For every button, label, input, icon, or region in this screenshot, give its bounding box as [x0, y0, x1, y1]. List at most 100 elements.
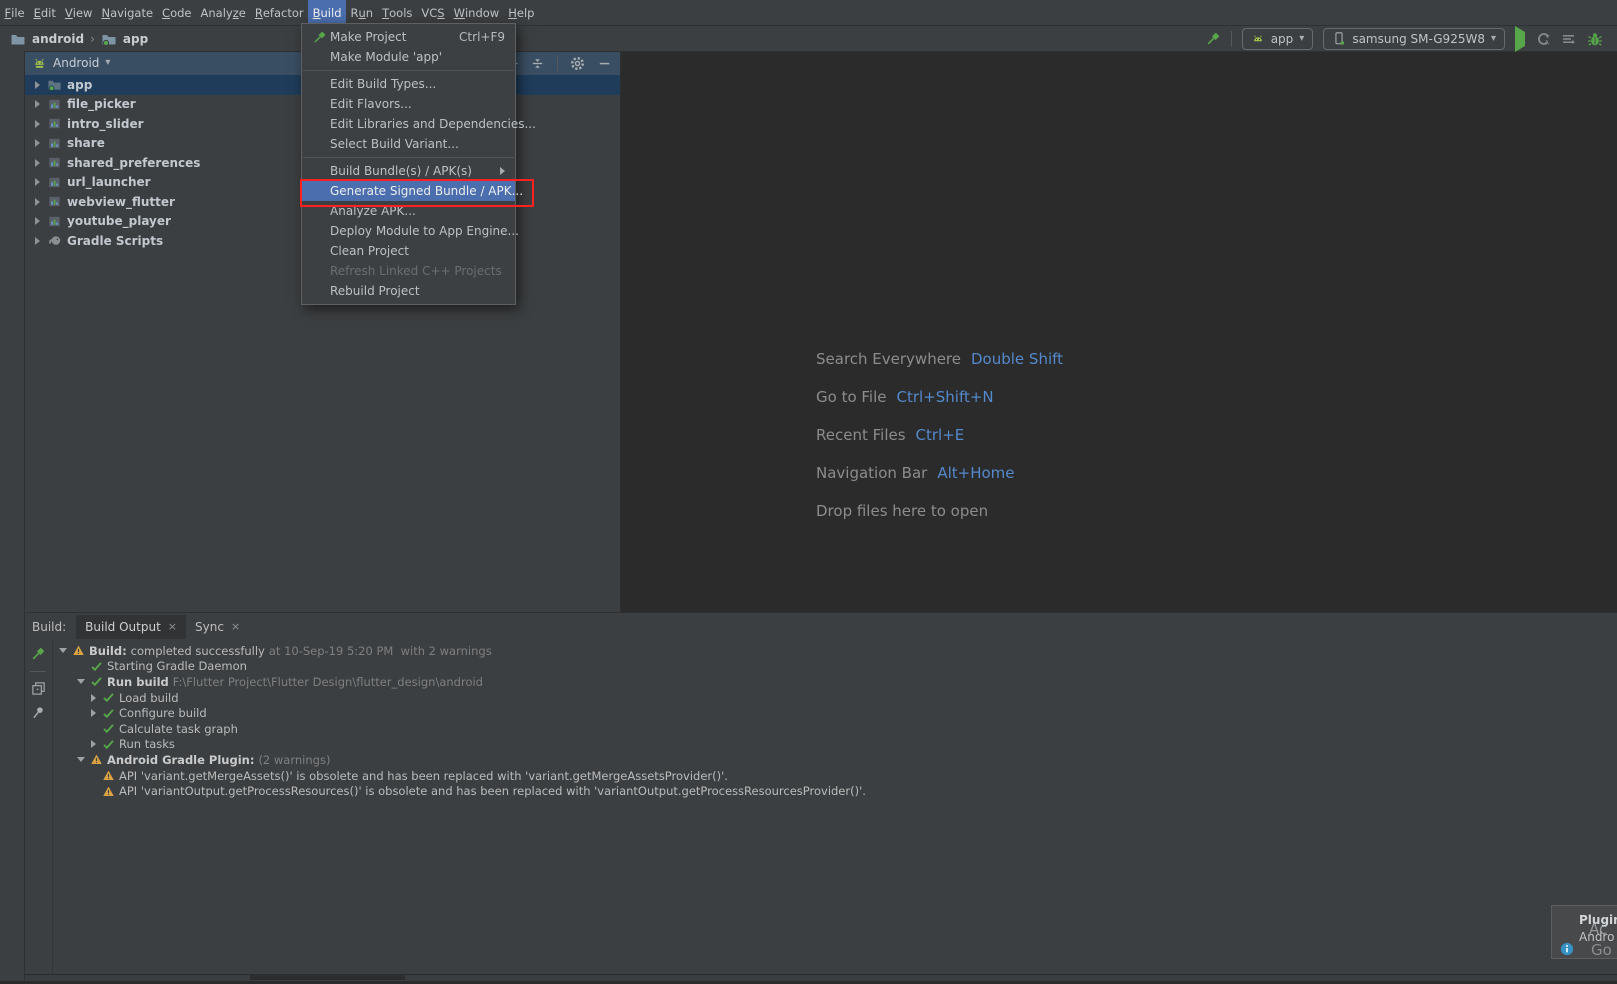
android-folder-icon	[10, 31, 26, 47]
expander-closed-icon[interactable]	[85, 694, 101, 702]
menubar-item-view[interactable]: View	[60, 0, 97, 25]
tree-row-run-tasks[interactable]: Run tasks	[53, 737, 1617, 753]
module-icon	[47, 214, 62, 229]
menu-item-edit-flavors[interactable]: Edit Flavors...	[302, 94, 515, 114]
chevron-right-icon[interactable]	[32, 159, 42, 167]
menu-item-clean-project[interactable]: Clean Project	[302, 241, 515, 261]
menubar-item-file[interactable]: File	[0, 0, 29, 25]
menu-item-select-build-variant[interactable]: Select Build Variant...	[302, 134, 515, 154]
close-icon[interactable]: ×	[231, 620, 240, 633]
tree-row-load-build[interactable]: Load build	[53, 690, 1617, 706]
menu-separator	[303, 157, 514, 158]
tree-row-run-build[interactable]: Run buildF:\Flutter Project\Flutter Desi…	[53, 674, 1617, 690]
menu-item-edit-libraries-dependencies[interactable]: Edit Libraries and Dependencies...	[302, 114, 515, 134]
project-item-label: file_picker	[67, 97, 136, 111]
module-icon	[47, 155, 62, 170]
tab-build-output[interactable]: Build Output ×	[76, 615, 186, 639]
pin-icon[interactable]	[31, 705, 46, 720]
toolbar-separator	[1231, 31, 1232, 47]
module-icon	[47, 175, 62, 190]
build-output-tree: Build:completed successfullyat 10-Sep-19…	[53, 640, 1617, 799]
hide-panel-icon[interactable]	[597, 56, 612, 71]
close-icon[interactable]: ×	[168, 620, 177, 633]
menubar-item-edit[interactable]: Edit	[29, 0, 60, 25]
run-build-hammer-icon[interactable]	[30, 646, 46, 662]
tree-row-calculate-task-graph[interactable]: Calculate task graph	[53, 721, 1617, 737]
tree-row-warning-process-resources[interactable]: API 'variantOutput.getProcessResources()…	[53, 783, 1617, 799]
gradle-elephant-icon	[47, 233, 62, 248]
chevron-right-icon[interactable]	[32, 198, 42, 206]
menu-item-build-bundles-apks[interactable]: Build Bundle(s) / APK(s)	[302, 161, 515, 181]
panel-divider[interactable]	[620, 51, 621, 612]
gear-icon[interactable]	[570, 56, 585, 71]
phone-icon	[1332, 31, 1346, 46]
menu-item-analyze-apk[interactable]: Analyze APK...	[302, 201, 515, 221]
run-config-dropdown[interactable]: app ▾	[1242, 28, 1314, 50]
menu-item-make-project[interactable]: Make Project Ctrl+F9	[302, 27, 515, 47]
menubar-item-window[interactable]: Window	[449, 0, 504, 25]
expander-closed-icon[interactable]	[85, 740, 101, 748]
build-hammer-button[interactable]	[1205, 31, 1221, 47]
run-button[interactable]	[1515, 32, 1525, 46]
notification-title: Plugin	[1579, 913, 1617, 927]
menubar-item-navigate[interactable]: Navigate	[97, 0, 158, 25]
expander-open-icon[interactable]	[73, 679, 89, 684]
tree-row-build-result[interactable]: Build:completed successfullyat 10-Sep-19…	[53, 643, 1617, 659]
hint-shortcut: Ctrl+E	[916, 427, 965, 443]
header-separator	[557, 55, 558, 71]
attach-debugger-icon[interactable]	[1561, 31, 1577, 47]
debug-button[interactable]	[1587, 31, 1603, 47]
hint-label: Recent Files	[816, 427, 906, 443]
tree-row-android-gradle-plugin[interactable]: Android Gradle Plugin:(2 warnings)	[53, 752, 1617, 768]
chevron-right-icon[interactable]	[32, 100, 42, 108]
warning-icon	[89, 753, 103, 766]
chevron-right-icon[interactable]	[32, 81, 42, 89]
project-item-label: intro_slider	[67, 117, 144, 131]
chevron-right-icon[interactable]	[32, 237, 42, 245]
run-config-label: app	[1271, 32, 1294, 46]
breadcrumb-separator: ›	[90, 32, 95, 46]
device-dropdown[interactable]: samsung SM-G925W8 ▾	[1323, 28, 1505, 50]
menu-item-rebuild-project[interactable]: Rebuild Project	[302, 281, 515, 301]
menubar-item-help[interactable]: Help	[504, 0, 539, 25]
chevron-right-icon[interactable]	[32, 120, 42, 128]
menubar-item-refactor[interactable]: Refactor	[250, 0, 308, 25]
breadcrumb-module[interactable]: app	[123, 32, 148, 46]
breadcrumb-root[interactable]: android	[32, 32, 84, 46]
menu-item-make-module-app[interactable]: Make Module 'app'	[302, 47, 515, 67]
apply-changes-icon[interactable]: A	[1535, 31, 1551, 47]
menubar-item-build[interactable]: Build	[308, 0, 346, 25]
tree-row-warning-merge-assets[interactable]: API 'variant.getMergeAssets()' is obsole…	[53, 768, 1617, 784]
chevron-down-icon: ▾	[105, 58, 110, 68]
project-view-selector[interactable]: Android	[53, 56, 99, 70]
collapse-all-icon[interactable]	[530, 56, 545, 71]
chevron-right-icon[interactable]	[32, 217, 42, 225]
menu-item-generate-signed-bundle-apk[interactable]: Generate Signed Bundle / APK...	[302, 181, 515, 201]
menubar-item-vcs[interactable]: VCS	[417, 0, 449, 25]
check-icon	[101, 707, 115, 720]
tree-row-starting-daemon[interactable]: Starting Gradle Daemon	[53, 659, 1617, 675]
hint-shortcut: Ctrl+Shift+N	[897, 389, 994, 405]
menu-item-deploy-module-app-engine[interactable]: Deploy Module to App Engine...	[302, 221, 515, 241]
export-copy-icon[interactable]	[31, 681, 46, 696]
menubar-item-tools[interactable]: Tools	[378, 0, 417, 25]
chevron-right-icon[interactable]	[32, 139, 42, 147]
notification-ghost-text: Go	[1591, 941, 1612, 959]
tab-sync[interactable]: Sync ×	[186, 615, 249, 639]
folder-icon	[47, 77, 62, 92]
project-item-label: webview_flutter	[67, 195, 175, 209]
expander-open-icon[interactable]	[73, 757, 89, 762]
menubar-item-analyze[interactable]: Analyze	[196, 0, 250, 25]
tree-row-configure-build[interactable]: Configure build	[53, 705, 1617, 721]
menu-item-edit-build-types[interactable]: Edit Build Types...	[302, 74, 515, 94]
expander-closed-icon[interactable]	[85, 709, 101, 717]
notification-balloon[interactable]: Ac Plugin Andro Go	[1551, 905, 1617, 959]
expander-open-icon[interactable]	[55, 648, 71, 653]
menubar-item-code[interactable]: Code	[158, 0, 196, 25]
bottom-edge-dark-block	[250, 974, 405, 980]
project-item-label: youtube_player	[67, 214, 171, 228]
android-robot-icon	[32, 56, 47, 71]
chevron-right-icon[interactable]	[32, 178, 42, 186]
toolbar-separator	[30, 671, 46, 672]
menubar-item-run[interactable]: Run	[346, 0, 378, 25]
